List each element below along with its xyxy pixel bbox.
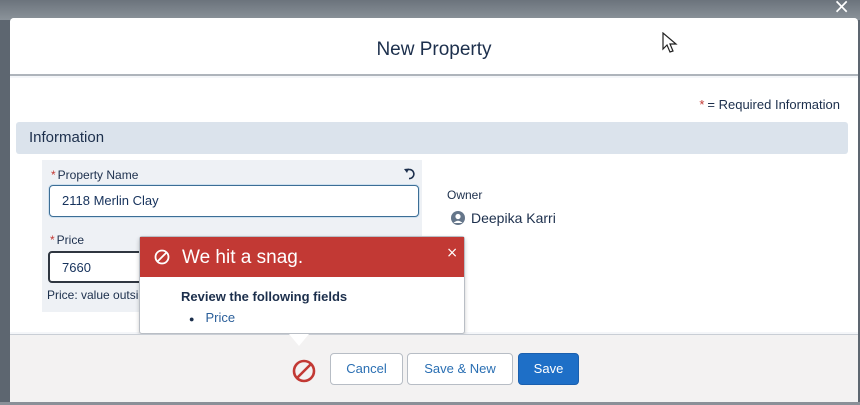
property-name-input[interactable]: 2118 Merlin Clay [49,185,419,217]
owner-name[interactable]: Deepika Karri [471,210,556,226]
save-and-new-button[interactable]: Save & New [407,353,513,385]
error-field-list: ● Price [189,310,235,325]
close-icon[interactable]: × [833,0,850,18]
bullet-icon: ● [189,313,195,324]
error-status-icon[interactable] [292,359,316,383]
page-backdrop [0,0,860,20]
required-star: * [699,97,705,112]
section-title: Information [29,129,105,146]
save-button[interactable]: Save [518,353,579,385]
property-name-label-text: Property Name [57,168,139,182]
required-mark: * [51,168,56,182]
property-name-label: * Property Name [51,168,138,182]
error-field-link-price[interactable]: Price [205,310,235,325]
new-property-modal: New Property * = Required Information Inf… [10,18,858,405]
error-popover-subtitle: Review the following fields [181,289,348,304]
error-popover-header: We hit a snag. × [140,237,464,277]
modal-title: New Property [376,39,492,60]
error-popover: We hit a snag. × Review the following fi… [139,236,465,334]
price-label-text: Price [56,233,85,247]
mouse-cursor-icon [662,32,678,53]
required-note-text: = Required Information [707,97,840,112]
owner-label: Owner [447,188,483,202]
price-label: * Price [50,233,84,247]
close-popover-icon[interactable]: × [446,245,458,261]
price-error-message: Price: value outsi [47,288,139,302]
user-avatar-icon [451,211,465,225]
modal-header: New Property [10,18,858,76]
error-icon [154,249,170,265]
modal-footer: Cancel Save & New Save [10,334,858,405]
undo-icon[interactable] [403,166,417,180]
required-information-note: * = Required Information [699,97,840,112]
section-header-information[interactable]: Information [16,122,848,154]
error-popover-title: We hit a snag. [182,247,304,268]
error-popover-pointer [289,334,309,346]
required-mark: * [50,233,55,247]
cancel-button[interactable]: Cancel [330,353,403,385]
